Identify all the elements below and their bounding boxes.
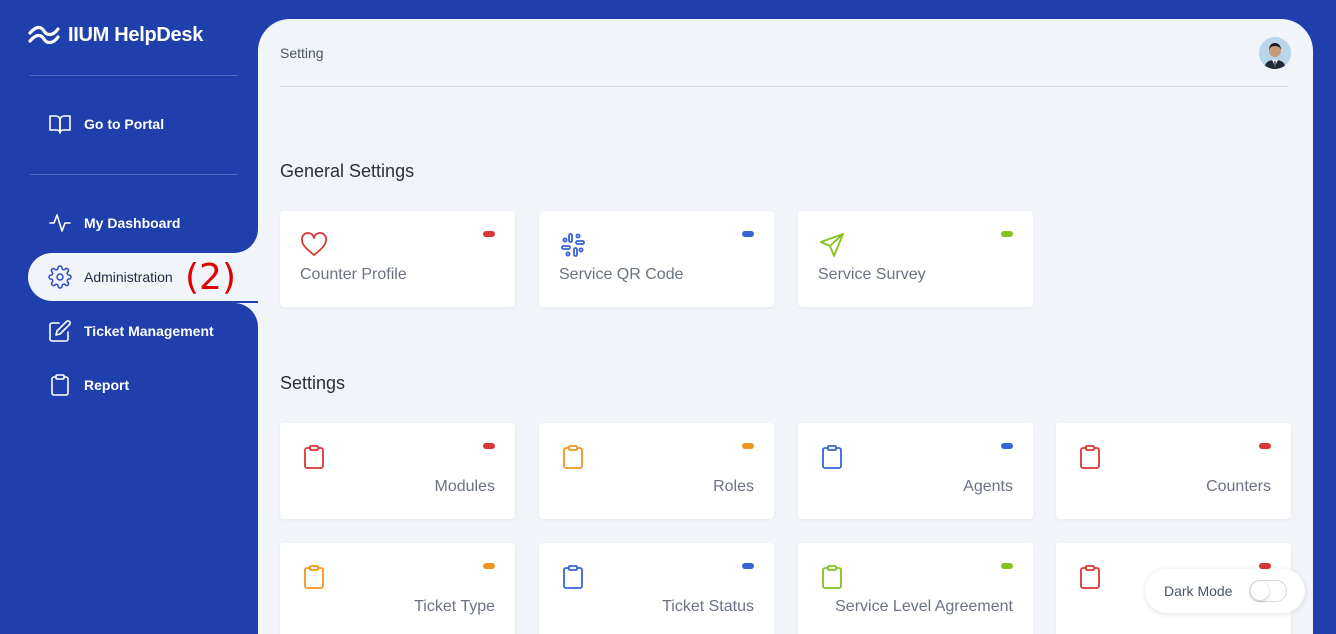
status-dot <box>742 231 754 237</box>
step-annotation: (2) <box>185 256 236 298</box>
status-dot <box>483 443 495 449</box>
card-label: Service QR Code <box>559 266 684 283</box>
status-dot <box>1001 563 1013 569</box>
user-avatar[interactable] <box>1259 37 1291 69</box>
section-title-general-settings: General Settings <box>280 161 415 181</box>
card-label: Service Survey <box>818 266 926 283</box>
card-label: Roles <box>713 478 754 495</box>
clipboard-icon <box>304 445 324 469</box>
status-dot <box>1001 443 1013 449</box>
dark-mode-label: Dark Mode <box>1164 583 1233 599</box>
card-roles[interactable]: Roles <box>539 423 774 531</box>
active-notch-top <box>210 205 258 253</box>
clipboard-icon <box>822 565 842 589</box>
card-service-survey[interactable]: Service Survey <box>798 211 1033 319</box>
status-dot <box>483 563 495 569</box>
status-dot <box>1001 231 1013 237</box>
app-title: IIUM HelpDesk <box>68 23 204 46</box>
wave-logo-icon <box>28 25 60 45</box>
clipboard-icon <box>822 445 842 469</box>
status-dot <box>483 231 495 237</box>
card-counter-profile[interactable]: Counter Profile <box>280 211 515 319</box>
status-dot <box>742 443 754 449</box>
sidebar-item-label: Go to Portal <box>84 116 165 132</box>
edit-icon <box>49 320 71 342</box>
sidebar: IIUM HelpDesk Go to Portal My Dashboard … <box>0 0 258 634</box>
clipboard-icon <box>304 565 324 589</box>
sidebar-item-report[interactable]: Report <box>28 361 258 409</box>
sidebar-item-administration[interactable]: Administration (2) <box>28 253 258 301</box>
clipboard-icon <box>563 565 583 589</box>
heart-icon <box>301 232 327 256</box>
qr-icon <box>561 233 585 257</box>
sidebar-item-label: Report <box>84 377 130 393</box>
card-label: Service Level Agreement <box>835 598 1013 615</box>
status-dot <box>1259 443 1271 449</box>
send-icon <box>820 233 844 257</box>
sidebar-item-label: Ticket Management <box>84 323 214 339</box>
clipboard-icon <box>1080 445 1100 469</box>
card-ticket-type[interactable]: Ticket Type <box>280 543 515 634</box>
card-service-qr-code[interactable]: Service QR Code <box>539 211 774 319</box>
sidebar-divider <box>30 174 238 175</box>
card-service-level-agreement[interactable]: Service Level Agreement <box>798 543 1033 634</box>
card-agents[interactable]: Agents <box>798 423 1033 531</box>
clipboard-icon <box>563 445 583 469</box>
header-divider <box>280 86 1289 87</box>
card-counters[interactable]: Counters <box>1056 423 1291 531</box>
section-title-settings: Settings <box>280 373 346 393</box>
sidebar-item-label: Administration <box>84 269 173 285</box>
main-content: Setting General Settings Counter Profile… <box>258 19 1313 634</box>
card-label: Ticket Status <box>662 598 754 615</box>
app-logo[interactable]: IIUM HelpDesk <box>28 23 203 47</box>
card-label: Counters <box>1206 478 1271 495</box>
card-label: Agents <box>963 478 1013 495</box>
dark-mode-toggle[interactable]: Dark Mode <box>1145 569 1305 613</box>
breadcrumb: Setting <box>280 45 324 61</box>
user-photo-icon <box>1259 37 1291 69</box>
book-open-icon <box>49 115 71 134</box>
card-label: Modules <box>434 478 495 495</box>
dark-mode-switch[interactable] <box>1249 580 1287 602</box>
card-ticket-status[interactable]: Ticket Status <box>539 543 774 634</box>
card-modules[interactable]: Modules <box>280 423 515 531</box>
sidebar-item-ticket-management[interactable]: Ticket Management <box>28 307 258 355</box>
card-label: Counter Profile <box>300 266 407 283</box>
clipboard-icon <box>1080 565 1100 589</box>
gear-icon <box>48 265 72 289</box>
activity-icon <box>49 214 71 232</box>
sidebar-item-label: My Dashboard <box>84 215 181 231</box>
switch-knob <box>1251 582 1269 600</box>
sidebar-divider <box>30 75 238 76</box>
status-dot <box>742 563 754 569</box>
clipboard-icon <box>51 374 69 396</box>
sidebar-item-go-to-portal[interactable]: Go to Portal <box>28 100 258 148</box>
card-label: Ticket Type <box>414 598 495 615</box>
